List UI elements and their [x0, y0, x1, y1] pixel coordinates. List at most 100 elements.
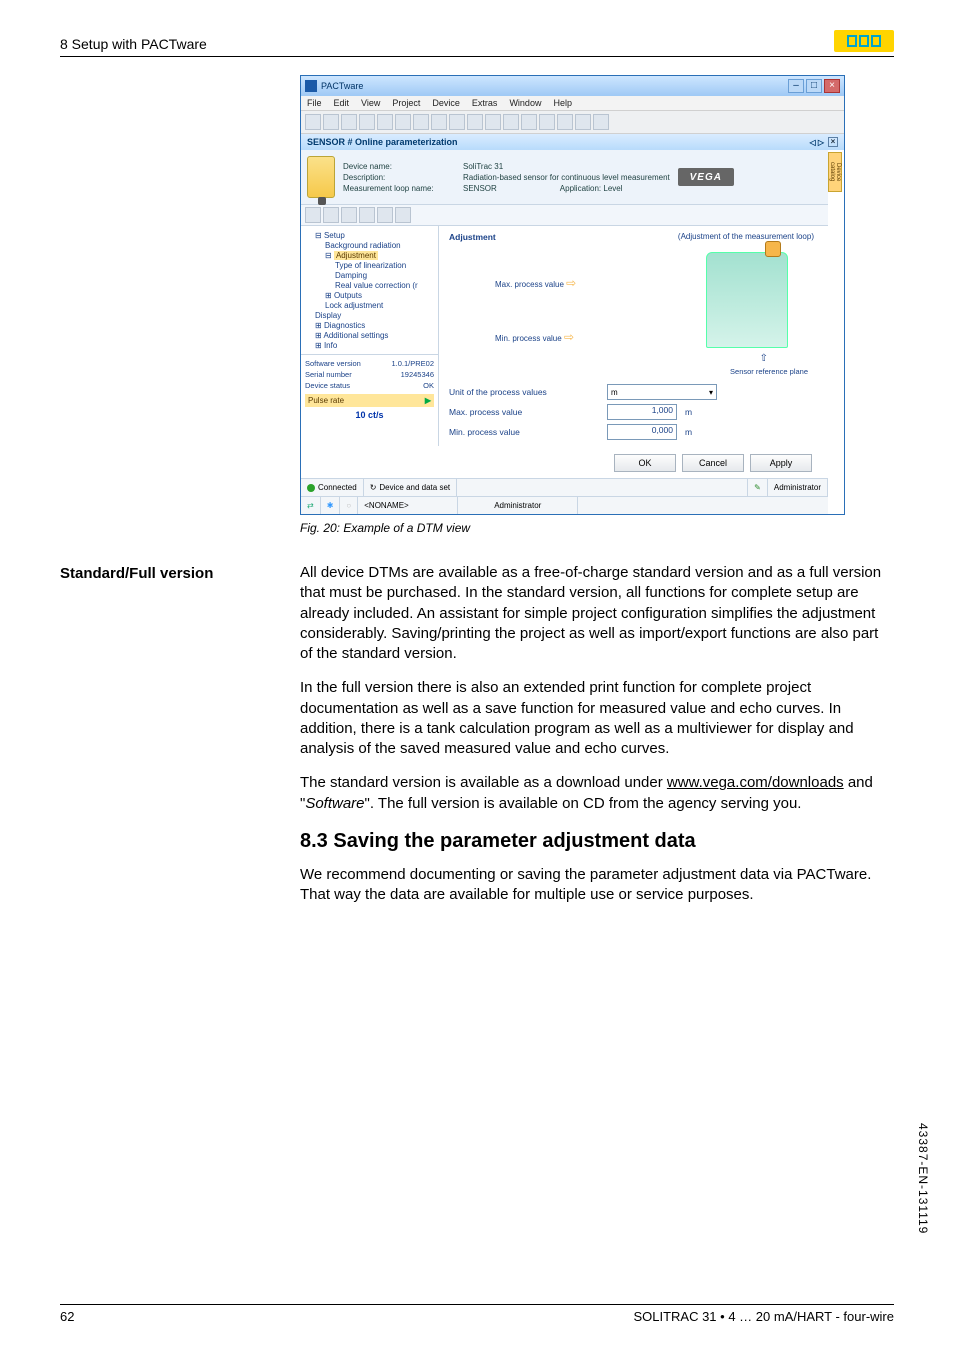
label: Max. process value: [449, 407, 599, 417]
pulse-rate-value: 10 ct/s: [305, 410, 434, 420]
arrow-up-icon: ⇧: [760, 353, 768, 364]
toolbar-button[interactable]: [305, 114, 321, 130]
value: 19245346: [401, 370, 434, 379]
toolbar-button[interactable]: [593, 114, 609, 130]
tree-item[interactable]: Info: [324, 341, 337, 350]
tree-item[interactable]: Damping: [335, 271, 434, 280]
min-value-input[interactable]: 0,000: [607, 424, 677, 440]
toolbar-button[interactable]: [431, 114, 447, 130]
toolbar-button[interactable]: [467, 114, 483, 130]
apply-button[interactable]: Apply: [750, 454, 812, 472]
tree-item[interactable]: Real value correction (r: [335, 281, 434, 290]
tree-item[interactable]: Diagnostics: [324, 321, 365, 330]
toolbar-button[interactable]: [359, 114, 375, 130]
status-admin2: Administrator: [494, 501, 541, 510]
toolbar-button[interactable]: [359, 207, 375, 223]
arrow-right-icon: ⇨: [564, 330, 574, 344]
link-icon: ⇄: [307, 501, 314, 510]
value: 1.0.1/PRE02: [391, 359, 434, 368]
ok-button[interactable]: OK: [614, 454, 676, 472]
toolbar-button[interactable]: [521, 114, 537, 130]
dtm-screenshot: PACTware – □ × File Edit View Project De…: [300, 75, 894, 515]
label: Measurement loop name:: [343, 184, 463, 193]
toolbar-button[interactable]: [575, 114, 591, 130]
toolbar-button[interactable]: [377, 114, 393, 130]
tree-item[interactable]: Background radiation: [325, 241, 434, 250]
paragraph: All device DTMs are available as a free-…: [300, 563, 894, 664]
toolbar-button[interactable]: [377, 207, 393, 223]
label: Unit of the process values: [449, 387, 599, 397]
value: Level: [603, 184, 622, 193]
paragraph: In the full version there is also an ext…: [300, 678, 894, 759]
tree-item[interactable]: Type of linearization: [335, 261, 434, 270]
nav-tree[interactable]: ⊟ Setup Background radiation ⊟ Adjustmen…: [301, 226, 439, 446]
toolbar-button[interactable]: [449, 114, 465, 130]
menu-help[interactable]: Help: [553, 98, 572, 108]
panel-close-icon[interactable]: ×: [828, 137, 838, 147]
unit: m: [685, 407, 692, 417]
label: Pulse rate: [308, 396, 344, 405]
panel-header: SENSOR # Online parameterization ◁ ▷ ×: [301, 134, 844, 150]
label: Max. process value: [495, 280, 564, 289]
tank-graphic: [706, 252, 788, 348]
arrow-right-icon: ⇨: [566, 276, 576, 290]
status-dot-icon: [307, 484, 315, 492]
tree-item[interactable]: Additional settings: [323, 331, 388, 340]
heading-8-3: 8.3 Saving the parameter adjustment data: [300, 828, 894, 855]
tank-diagram: Max. process value ⇨ Min. process value …: [449, 252, 820, 362]
tree-setup[interactable]: Setup: [324, 231, 345, 240]
toolbar-button[interactable]: [323, 207, 339, 223]
unit-select[interactable]: m▾: [607, 384, 717, 400]
tree-item[interactable]: Lock adjustment: [325, 301, 434, 310]
status-bar-1: Connected ↻ Device and data set ✎ Admini…: [301, 478, 828, 496]
minimize-button[interactable]: –: [788, 79, 804, 93]
toolbar-button[interactable]: [323, 114, 339, 130]
toolbar-button[interactable]: [395, 207, 411, 223]
toolbar-button[interactable]: [557, 114, 573, 130]
pulse-rate-row[interactable]: Pulse rate ▶: [305, 394, 434, 407]
menu-file[interactable]: File: [307, 98, 322, 108]
vega-logo: [834, 30, 894, 52]
value: Radiation-based sensor for continuous le…: [463, 173, 670, 182]
main-pane: Adjustment (Adjustment of the measuremen…: [439, 226, 828, 478]
status-connected: Connected: [318, 483, 357, 492]
play-icon[interactable]: ▶: [425, 396, 431, 405]
chevron-down-icon: ▾: [709, 388, 713, 397]
body-text: All device DTMs are available as a free-…: [300, 563, 894, 919]
value: SENSOR: [463, 184, 560, 193]
tree-item-selected[interactable]: Adjustment: [334, 251, 378, 260]
toolbar-button[interactable]: [485, 114, 501, 130]
menu-project[interactable]: Project: [392, 98, 420, 108]
menu-window[interactable]: Window: [509, 98, 541, 108]
header-title: 8 Setup with PACTware: [60, 36, 207, 52]
tree-item[interactable]: Outputs: [334, 291, 362, 300]
label: Serial number: [305, 370, 352, 379]
close-button[interactable]: ×: [824, 79, 840, 93]
toolbar-button[interactable]: [539, 114, 555, 130]
maximize-button[interactable]: □: [806, 79, 822, 93]
toolbar-button[interactable]: [503, 114, 519, 130]
cancel-button[interactable]: Cancel: [682, 454, 744, 472]
snowflake-icon: ✱: [327, 501, 334, 510]
device-catalog-tab[interactable]: Device catalog: [828, 152, 842, 192]
device-info-bar: Device name: SoliTrac 31 Description: Ra…: [301, 150, 828, 205]
footer-doc-title: SOLITRAC 31 • 4 … 20 mA/HART - four-wire: [633, 1309, 894, 1324]
menu-edit[interactable]: Edit: [334, 98, 350, 108]
menu-extras[interactable]: Extras: [472, 98, 498, 108]
toolbar-button[interactable]: [395, 114, 411, 130]
toolbar-button[interactable]: [413, 114, 429, 130]
status-admin: Administrator: [774, 483, 821, 492]
pin-icon[interactable]: ◁ ▷: [809, 138, 824, 147]
toolbar-button[interactable]: [341, 207, 357, 223]
label: Application:: [560, 184, 601, 193]
menu-view[interactable]: View: [361, 98, 380, 108]
toolbar-button[interactable]: [305, 207, 321, 223]
tree-item[interactable]: Display: [315, 311, 434, 320]
download-link[interactable]: www.vega.com/downloads: [667, 774, 844, 791]
menu-device[interactable]: Device: [432, 98, 460, 108]
pane-subtitle: (Adjustment of the measurement loop): [678, 232, 814, 241]
toolbar: [301, 111, 844, 134]
toolbar-button[interactable]: [341, 114, 357, 130]
status-bar-2: ⇄ ✱ ○ <NONAME> Administrator: [301, 496, 828, 514]
max-value-input[interactable]: 1,000: [607, 404, 677, 420]
